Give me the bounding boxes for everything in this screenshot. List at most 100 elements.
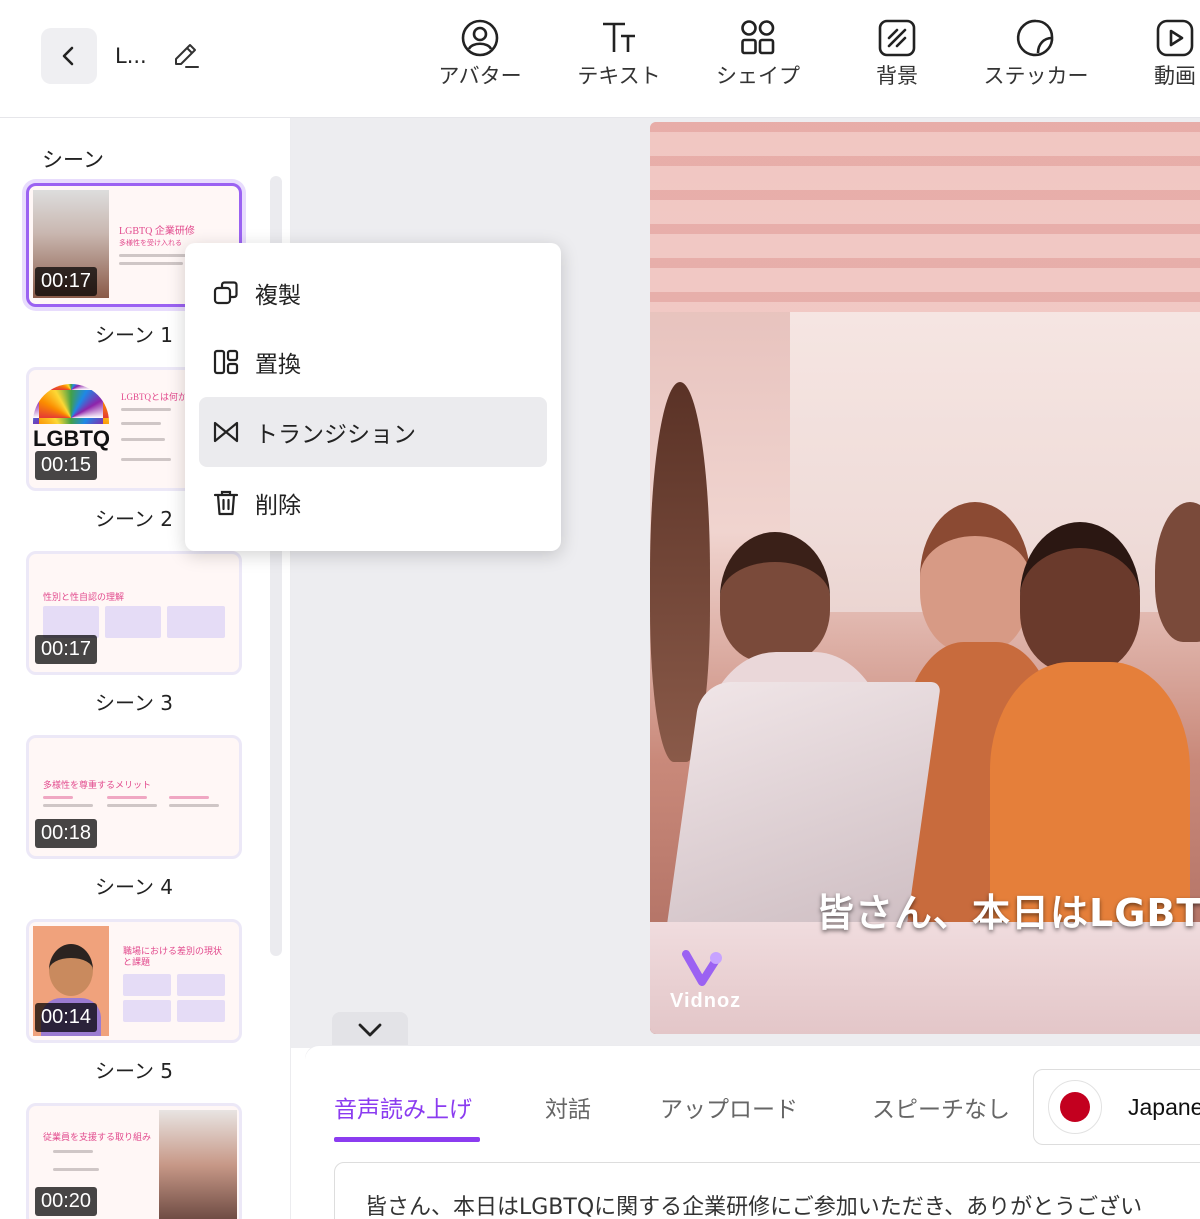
video-icon	[1156, 19, 1194, 57]
scene-3-label: シーン 3	[94, 691, 174, 715]
tool-shape-label: シェイプ	[716, 64, 800, 88]
menu-item-transition[interactable]: トランジション	[199, 397, 547, 467]
text-icon	[603, 22, 635, 52]
transition-icon	[213, 421, 239, 443]
tool-avatar[interactable]: アバター	[420, 16, 540, 96]
tab-no-speech[interactable]: スピーチなし	[872, 1090, 1010, 1124]
tool-sticker-label: ステッカー	[983, 64, 1089, 88]
tool-text[interactable]: テキスト	[559, 16, 679, 96]
scene-5-card	[177, 974, 225, 996]
tool-background[interactable]: 背景	[837, 16, 957, 96]
scene-3-card	[43, 606, 99, 638]
scene-2-rainbow	[33, 384, 109, 424]
scene-thumbnail-4[interactable]: 多様性を尊重するメリット 00:18	[26, 735, 242, 859]
scene-4-text-line	[169, 804, 219, 807]
pencil-icon	[175, 44, 199, 68]
rename-button[interactable]	[168, 38, 204, 74]
language-select[interactable]: Japane	[1033, 1069, 1200, 1145]
scene-1-thumb-subtitle: 多様性を受け入れる	[119, 239, 182, 247]
tab-text-to-speech[interactable]: 音声読み上げ	[334, 1090, 472, 1124]
avatar-icon	[461, 19, 499, 57]
scenes-title: シーン	[42, 148, 104, 172]
project-title[interactable]: L...	[115, 44, 147, 68]
scene-thumbnail-3[interactable]: 性別と性自認の理解 00:17	[26, 551, 242, 675]
scene-4-text-line	[107, 804, 157, 807]
menu-item-replace-label: 置換	[255, 352, 301, 378]
scene-3-card	[105, 606, 161, 638]
person-woman-glasses-head	[720, 532, 830, 662]
menu-item-duplicate[interactable]: 複製	[199, 258, 547, 328]
ceiling-beams	[650, 122, 1200, 312]
duplicate-icon	[213, 281, 238, 305]
watermark-text: Vidnoz	[670, 990, 742, 1012]
tool-shape[interactable]: シェイプ	[698, 16, 818, 96]
script-textarea[interactable]: 皆さん、本日はLGBTQに関する企業研修にご参加いただき、ありがとうござい	[334, 1162, 1200, 1219]
menu-item-replace[interactable]: 置換	[199, 327, 547, 397]
back-button[interactable]	[41, 28, 97, 84]
tab-upload[interactable]: アップロード	[660, 1090, 798, 1124]
scene-5-card	[123, 974, 171, 996]
scene-thumbnail-6[interactable]: 従業員を支援する取り組み 00:20	[26, 1103, 242, 1219]
menu-item-delete-label: 削除	[255, 493, 301, 519]
scene-5-card	[123, 1000, 171, 1022]
language-name: Japane	[1128, 1094, 1200, 1120]
japan-flag-icon	[1048, 1080, 1102, 1134]
scene-4-thumb-title: 多様性を尊重するメリット	[43, 780, 152, 790]
tab-dialogue[interactable]: 対話	[545, 1090, 591, 1124]
menu-item-transition-label: トランジション	[255, 422, 416, 448]
tool-background-label: 背景	[876, 64, 918, 88]
scene-5-duration: 00:14	[35, 1003, 98, 1032]
scene-4-label: シーン 4	[94, 875, 174, 899]
scene-6-text-line	[53, 1150, 93, 1153]
tool-sticker[interactable]: ステッカー	[976, 16, 1096, 96]
scene-2-thumb-title: LGBTQとは何か	[121, 392, 187, 402]
scene-4-text-line	[43, 796, 73, 799]
voice-panel: 音声読み上げ 対話 アップロード スピーチなし Japane 皆さん、本日はLG…	[305, 1046, 1200, 1219]
active-tab-indicator	[334, 1137, 480, 1142]
scene-6-photo	[159, 1110, 237, 1219]
chevron-left-icon	[62, 46, 74, 66]
menu-item-delete[interactable]: 削除	[199, 468, 547, 538]
scene-1-thumb-title: LGBTQ 企業研修	[119, 226, 195, 237]
video-preview[interactable]: 皆さん、本日はLGBTQ Vidnoz	[650, 122, 1200, 1034]
scene-2-text-line	[121, 458, 171, 461]
menu-item-duplicate-label: 複製	[255, 283, 301, 309]
tool-video[interactable]: 動画	[1115, 16, 1200, 96]
scene-thumbnail-5[interactable]: 職場における差別の現状と課題 00:14	[26, 919, 242, 1043]
scene-3-thumb-title: 性別と性自認の理解	[43, 592, 125, 602]
tool-avatar-label: アバター	[438, 64, 522, 88]
scene-3-card	[167, 606, 225, 638]
trash-icon	[213, 490, 239, 516]
scene-5-card	[177, 1000, 225, 1022]
tool-text-label: テキスト	[577, 64, 661, 88]
vidnoz-logo-icon	[682, 950, 722, 986]
scene-2-text-line	[121, 422, 161, 425]
shape-icon	[741, 20, 775, 55]
chevron-down-icon	[358, 1023, 382, 1037]
scene-4-duration: 00:18	[35, 819, 98, 848]
collapse-panel-button[interactable]	[332, 1012, 408, 1048]
scene-1-duration: 00:17	[35, 267, 98, 296]
scene-4-text-line	[107, 796, 147, 799]
top-toolbar: L... アバター テキスト シェイプ 背景 ステッカー 動画	[0, 0, 1200, 118]
scene-2-duration: 00:15	[35, 451, 98, 480]
background-icon	[878, 19, 916, 57]
scene-4-text-line	[43, 804, 93, 807]
video-subtitle: 皆さん、本日はLGBTQ	[816, 891, 1200, 935]
tool-video-label: 動画	[1154, 64, 1196, 88]
scene-2-text-line	[121, 438, 165, 441]
person-man-glasses-head	[920, 502, 1030, 652]
person-woman-center-head	[1020, 522, 1140, 672]
scene-5-label: シーン 5	[94, 1059, 174, 1083]
scene-5-thumb-title: 職場における差別の現状と課題	[123, 946, 223, 967]
scene-1-text-line	[119, 262, 183, 265]
replace-icon	[213, 349, 239, 375]
vidnoz-watermark: Vidnoz	[670, 948, 750, 1018]
scene-3-duration: 00:17	[35, 635, 98, 664]
script-text: 皆さん、本日はLGBTQに関する企業研修にご参加いただき、ありがとうござい	[365, 1195, 1143, 1219]
scene-6-thumb-title: 従業員を支援する取り組み	[43, 1132, 152, 1142]
scene-2-text-line	[121, 408, 171, 411]
scene-1-text-line	[119, 254, 189, 257]
scene-6-text-line	[53, 1168, 99, 1171]
scene-4-text-line	[169, 796, 209, 799]
